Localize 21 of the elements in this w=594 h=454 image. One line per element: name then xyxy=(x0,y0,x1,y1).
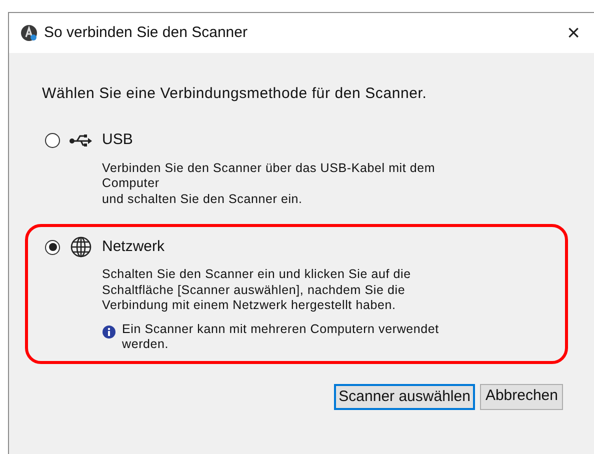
description-line: Verbinden Sie den Scanner über das USB-Kabel mit dem xyxy=(102,160,436,176)
radio-button[interactable] xyxy=(45,133,60,148)
note-line: werden. xyxy=(122,337,170,352)
info-icon xyxy=(102,324,116,338)
option-label[interactable]: Netzwerk xyxy=(102,236,165,258)
description-line: Computer xyxy=(102,176,160,192)
description-line: Schaltfläche [Scanner auswählen], nachdem Sie die xyxy=(102,282,406,298)
note-line: Ein Scanner kann mit mehreren Computern verwendet xyxy=(122,322,439,337)
dialog-button[interactable]: Scanner auswählen xyxy=(334,384,476,410)
usb-icon xyxy=(69,134,93,148)
window-title: So verbinden Sie den Scanner xyxy=(44,22,248,43)
option-label[interactable]: USB xyxy=(102,129,133,152)
description-line: und schalten Sie den Scanner ein. xyxy=(102,192,304,207)
instruction-text: Wählen Sie eine Verbindungsmethode für den Scanner. xyxy=(42,84,428,104)
radio-button[interactable] xyxy=(45,240,60,254)
description-line: Verbindung mit einem Netzwerk hergestellt haben. xyxy=(102,298,397,314)
description-line: Schalten Sie den Scanner ein und klicken Sie auf die xyxy=(102,267,412,282)
dialog-button[interactable]: Abbrechen xyxy=(480,384,563,410)
close-button[interactable]: × xyxy=(563,22,584,44)
app-icon xyxy=(20,24,38,42)
globe-icon xyxy=(70,236,92,258)
